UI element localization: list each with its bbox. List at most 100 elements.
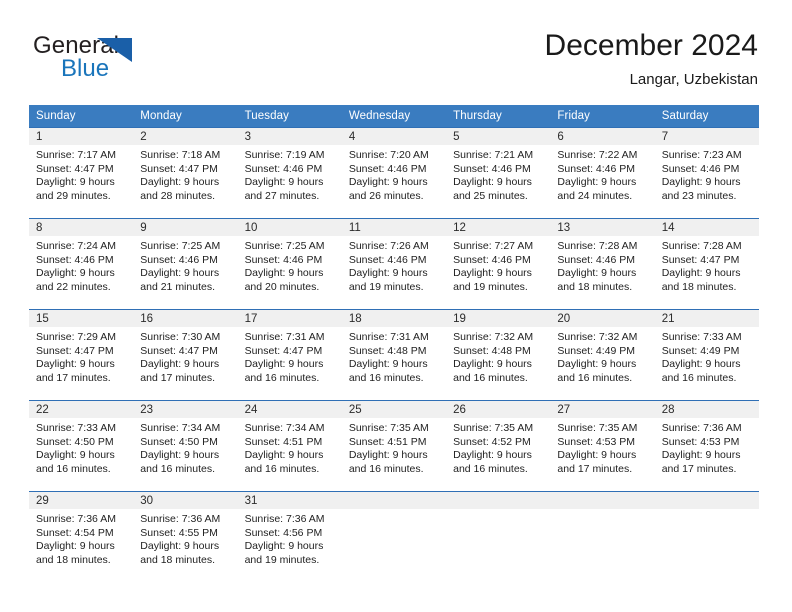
calendar-day-cell[interactable]: 20 Sunrise: 7:32 AM Sunset: 4:49 PM Dayligh… bbox=[550, 309, 655, 401]
calendar-day-cell[interactable]: 14 Sunrise: 7:28 AM Sunset: 4:47 PM Dayligh… bbox=[654, 218, 759, 310]
daylight-duration-line1: Daylight: 9 hours bbox=[453, 176, 532, 189]
day-sun-info: Sunrise: 7:27 AM Sunset: 4:46 PM Daylight:… bbox=[446, 236, 550, 294]
calendar-day-cell[interactable]: 18 Sunrise: 7:31 AM Sunset: 4:48 PM Dayligh… bbox=[341, 309, 447, 401]
day-sun-info: Sunrise: 7:21 AM Sunset: 4:46 PM Daylight:… bbox=[446, 145, 550, 203]
daylight-duration-line2: and 22 minutes. bbox=[36, 280, 111, 293]
sunrise-time: Sunrise: 7:35 AM bbox=[453, 422, 534, 434]
daylight-duration-line2: and 20 minutes. bbox=[244, 280, 320, 293]
sunrise-time: Sunrise: 7:17 AM bbox=[36, 149, 116, 161]
calendar-day-cell[interactable]: 8 Sunrise: 7:24 AM Sunset: 4:46 PM Daylight… bbox=[29, 218, 134, 310]
day-cell-content: 22 Sunrise: 7:33 AM Sunset: 4:50 PM Dayligh… bbox=[29, 401, 134, 491]
sunset-time: Sunset: 4:48 PM bbox=[348, 344, 427, 357]
daylight-duration-line1: Daylight: 9 hours bbox=[453, 267, 532, 280]
sunset-time: Sunset: 4:47 PM bbox=[36, 344, 114, 357]
calendar-day-cell[interactable]: 19 Sunrise: 7:32 AM Sunset: 4:48 PM Dayligh… bbox=[446, 309, 551, 401]
page-title: December 2024 bbox=[544, 29, 758, 62]
calendar-day-cell[interactable]: 12 Sunrise: 7:27 AM Sunset: 4:46 PM Dayligh… bbox=[446, 218, 551, 310]
daylight-duration-line2: and 16 minutes. bbox=[244, 462, 320, 475]
sunrise-time: Sunrise: 7:31 AM bbox=[348, 331, 429, 343]
calendar-day-cell[interactable]: 24 Sunrise: 7:34 AM Sunset: 4:51 PM Dayligh… bbox=[237, 400, 342, 492]
day-cell-content: 8 Sunrise: 7:24 AM Sunset: 4:46 PM Daylight… bbox=[29, 219, 134, 309]
sunset-time: Sunset: 4:53 PM bbox=[557, 435, 636, 448]
day-cell-content: 27 Sunrise: 7:35 AM Sunset: 4:53 PM Dayligh… bbox=[550, 401, 655, 491]
sunset-time: Sunset: 4:47 PM bbox=[140, 162, 218, 175]
sunset-time: Sunset: 4:48 PM bbox=[453, 344, 531, 357]
calendar-day-cell[interactable]: 3 Sunrise: 7:19 AM Sunset: 4:46 PM Daylight… bbox=[237, 127, 342, 219]
sunset-time: Sunset: 4:55 PM bbox=[140, 526, 218, 539]
calendar-day-cell[interactable]: 27 Sunrise: 7:35 AM Sunset: 4:53 PM Dayligh… bbox=[550, 400, 655, 492]
calendar-day-cell[interactable]: 25 Sunrise: 7:35 AM Sunset: 4:51 PM Dayligh… bbox=[341, 400, 447, 492]
calendar-day-cell[interactable]: 30 Sunrise: 7:36 AM Sunset: 4:55 PM Dayligh… bbox=[133, 491, 238, 576]
day-number: 22 bbox=[29, 401, 134, 418]
sunset-time: Sunset: 4:46 PM bbox=[244, 162, 323, 175]
daylight-duration-line2: and 16 minutes. bbox=[453, 371, 528, 384]
calendar-day-cell[interactable]: 29 Sunrise: 7:36 AM Sunset: 4:54 PM Dayligh… bbox=[29, 491, 134, 576]
calendar-day-cell[interactable]: 26 Sunrise: 7:35 AM Sunset: 4:52 PM Dayligh… bbox=[446, 400, 551, 492]
calendar-day-cell[interactable]: 31 Sunrise: 7:36 AM Sunset: 4:56 PM Dayligh… bbox=[237, 491, 342, 576]
general-blue-logo[interactable]: General Blue bbox=[33, 33, 233, 85]
daylight-duration-line1: Daylight: 9 hours bbox=[557, 358, 637, 371]
calendar-day-cell[interactable]: 6 Sunrise: 7:22 AM Sunset: 4:46 PM Daylight… bbox=[550, 127, 655, 219]
daylight-duration-line2: and 26 minutes. bbox=[348, 189, 424, 202]
calendar-day-cell[interactable]: 17 Sunrise: 7:31 AM Sunset: 4:47 PM Dayligh… bbox=[237, 309, 342, 401]
day-cell-content: 12 Sunrise: 7:27 AM Sunset: 4:46 PM Dayligh… bbox=[446, 219, 551, 309]
sunset-time: Sunset: 4:51 PM bbox=[348, 435, 427, 448]
title-block: December 2024 Langar, Uzbekistan bbox=[545, 28, 758, 90]
weekday-header-monday: Monday bbox=[133, 105, 238, 128]
day-cell-content bbox=[341, 492, 447, 576]
sunset-time: Sunset: 4:46 PM bbox=[557, 253, 636, 266]
calendar-day-cell[interactable]: 16 Sunrise: 7:30 AM Sunset: 4:47 PM Dayligh… bbox=[133, 309, 238, 401]
day-number: 5 bbox=[446, 128, 551, 145]
daylight-duration-line2: and 16 minutes. bbox=[453, 462, 528, 475]
calendar-day-cell[interactable]: 13 Sunrise: 7:28 AM Sunset: 4:46 PM Dayligh… bbox=[550, 218, 655, 310]
day-cell-content: 6 Sunrise: 7:22 AM Sunset: 4:46 PM Daylight… bbox=[550, 128, 655, 218]
calendar-day-cell[interactable] bbox=[446, 491, 551, 576]
sunrise-time: Sunrise: 7:32 AM bbox=[453, 331, 534, 343]
calendar-day-cell[interactable]: 10 Sunrise: 7:25 AM Sunset: 4:46 PM Dayligh… bbox=[237, 218, 342, 310]
day-number: 16 bbox=[133, 310, 238, 327]
calendar-day-cell[interactable] bbox=[341, 491, 447, 576]
daylight-duration-line1: Daylight: 9 hours bbox=[557, 267, 637, 280]
calendar-day-cell[interactable]: 21 Sunrise: 7:33 AM Sunset: 4:49 PM Dayligh… bbox=[654, 309, 759, 401]
day-sun-info: Sunrise: 7:34 AM Sunset: 4:50 PM Daylight:… bbox=[133, 418, 237, 476]
calendar-day-cell[interactable]: 7 Sunrise: 7:23 AM Sunset: 4:46 PM Daylight… bbox=[654, 127, 759, 219]
daylight-duration-line2: and 24 minutes. bbox=[557, 189, 633, 202]
day-sun-info: Sunrise: 7:35 AM Sunset: 4:52 PM Daylight:… bbox=[446, 418, 550, 476]
sunrise-time: Sunrise: 7:35 AM bbox=[557, 422, 638, 434]
sunset-time: Sunset: 4:50 PM bbox=[140, 435, 218, 448]
sunset-time: Sunset: 4:46 PM bbox=[453, 162, 531, 175]
calendar-day-cell[interactable]: 28 Sunrise: 7:36 AM Sunset: 4:53 PM Dayligh… bbox=[654, 400, 759, 492]
weekday-header-wednesday: Wednesday bbox=[341, 105, 447, 128]
calendar-day-cell[interactable] bbox=[654, 491, 759, 576]
day-sun-info: Sunrise: 7:31 AM Sunset: 4:48 PM Daylight:… bbox=[342, 327, 446, 385]
calendar-day-cell[interactable]: 15 Sunrise: 7:29 AM Sunset: 4:47 PM Dayligh… bbox=[29, 309, 134, 401]
calendar-day-cell[interactable]: 5 Sunrise: 7:21 AM Sunset: 4:46 PM Daylight… bbox=[446, 127, 551, 219]
calendar-day-cell[interactable] bbox=[550, 491, 655, 576]
day-number: 21 bbox=[654, 310, 759, 327]
day-cell-content: 20 Sunrise: 7:32 AM Sunset: 4:49 PM Dayligh… bbox=[550, 310, 655, 400]
daylight-duration-line2: and 16 minutes. bbox=[557, 371, 633, 384]
sunrise-time: Sunrise: 7:19 AM bbox=[244, 149, 325, 161]
day-cell-content: 17 Sunrise: 7:31 AM Sunset: 4:47 PM Dayligh… bbox=[237, 310, 342, 400]
calendar-day-cell[interactable]: 22 Sunrise: 7:33 AM Sunset: 4:50 PM Dayligh… bbox=[29, 400, 134, 492]
sunrise-time: Sunrise: 7:23 AM bbox=[661, 149, 742, 161]
calendar-day-cell[interactable]: 4 Sunrise: 7:20 AM Sunset: 4:46 PM Daylight… bbox=[341, 127, 447, 219]
daylight-duration-line2: and 16 minutes. bbox=[348, 371, 424, 384]
day-sun-info: Sunrise: 7:30 AM Sunset: 4:47 PM Daylight:… bbox=[133, 327, 237, 385]
sunset-time: Sunset: 4:52 PM bbox=[453, 435, 531, 448]
daylight-duration-line1: Daylight: 9 hours bbox=[453, 358, 532, 371]
calendar-day-cell[interactable]: 1 Sunrise: 7:17 AM Sunset: 4:47 PM Daylight… bbox=[29, 127, 134, 219]
day-number: 20 bbox=[550, 310, 655, 327]
calendar-day-cell[interactable]: 23 Sunrise: 7:34 AM Sunset: 4:50 PM Dayligh… bbox=[133, 400, 238, 492]
day-number: 3 bbox=[237, 128, 342, 145]
day-sun-info: Sunrise: 7:34 AM Sunset: 4:51 PM Daylight:… bbox=[238, 418, 342, 476]
calendar-day-cell[interactable]: 9 Sunrise: 7:25 AM Sunset: 4:46 PM Daylight… bbox=[133, 218, 238, 310]
day-cell-content: 18 Sunrise: 7:31 AM Sunset: 4:48 PM Dayligh… bbox=[341, 310, 447, 400]
calendar-day-cell[interactable]: 2 Sunrise: 7:18 AM Sunset: 4:47 PM Daylight… bbox=[133, 127, 238, 219]
daylight-duration-line1: Daylight: 9 hours bbox=[36, 267, 115, 280]
daylight-duration-line2: and 19 minutes. bbox=[348, 280, 424, 293]
sunrise-time: Sunrise: 7:18 AM bbox=[140, 149, 221, 161]
calendar-day-cell[interactable]: 11 Sunrise: 7:26 AM Sunset: 4:46 PM Dayligh… bbox=[341, 218, 447, 310]
sunrise-time: Sunrise: 7:30 AM bbox=[140, 331, 221, 343]
daylight-duration-line1: Daylight: 9 hours bbox=[140, 267, 220, 280]
